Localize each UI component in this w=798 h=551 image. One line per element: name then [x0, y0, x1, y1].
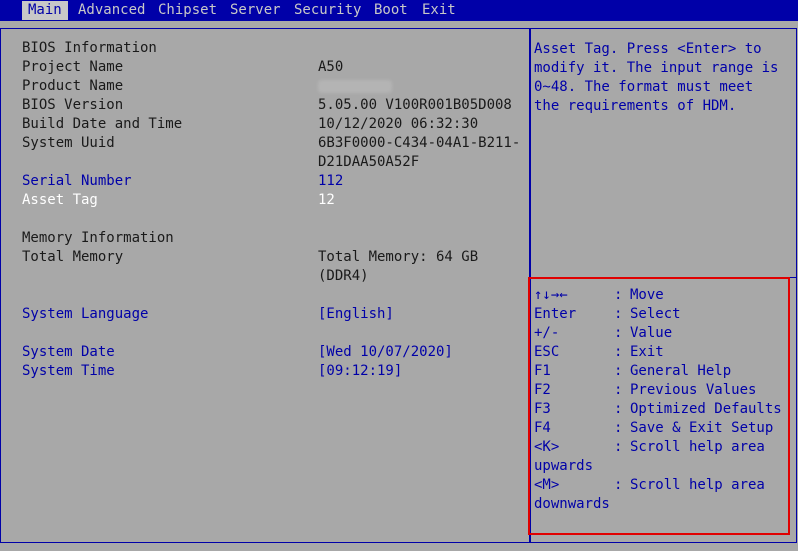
- system-language-label[interactable]: System Language: [22, 305, 148, 324]
- total-memory-label: Total Memory: [22, 249, 124, 265]
- asset-tag-value[interactable]: 12: [318, 191, 335, 210]
- tab-chipset[interactable]: Chipset: [152, 1, 223, 20]
- system-date-value[interactable]: [Wed 10/07/2020]: [318, 343, 453, 362]
- system-time-label[interactable]: System Time: [22, 362, 115, 381]
- bios-version-value: 5.05.00 V100R001B05D008: [318, 97, 512, 113]
- tab-security[interactable]: Security: [288, 1, 367, 20]
- menu-bar: Main Advanced Chipset Server Security Bo…: [0, 0, 798, 21]
- system-time-value[interactable]: [09:12:19]: [318, 362, 402, 381]
- build-date-value: 10/12/2020 06:32:30: [318, 116, 479, 132]
- system-uuid-label: System Uuid: [22, 135, 115, 151]
- total-memory-value-line2: (DDR4): [318, 268, 369, 284]
- product-name-label: Product Name: [22, 78, 124, 94]
- tab-advanced[interactable]: Advanced: [72, 1, 151, 20]
- help-text: Asset Tag. Press <Enter> to modify it. T…: [534, 41, 779, 114]
- asset-tag-label[interactable]: Asset Tag: [22, 191, 98, 210]
- key-legend-highlight: [528, 277, 790, 535]
- bios-version-label: BIOS Version: [22, 97, 124, 113]
- system-language-value[interactable]: [English]: [318, 305, 394, 324]
- system-uuid-value-line1: 6B3F0000-C434-04A1-B211-: [318, 135, 521, 151]
- system-date-label[interactable]: System Date: [22, 343, 115, 362]
- project-name-value: A50: [318, 59, 344, 75]
- build-date-label: Build Date and Time: [22, 116, 183, 132]
- serial-number-label[interactable]: Serial Number: [22, 172, 132, 191]
- system-uuid-value-line2: D21DAA50A52F: [318, 154, 420, 170]
- serial-number-value[interactable]: 112: [318, 172, 343, 191]
- tab-exit[interactable]: Exit: [416, 1, 462, 20]
- tab-boot[interactable]: Boot: [368, 1, 414, 20]
- tab-main[interactable]: Main: [22, 1, 68, 20]
- product-name-redacted: [318, 80, 392, 93]
- total-memory-value-line1: Total Memory: 64 GB: [318, 249, 479, 265]
- project-name-label: Project Name: [22, 59, 124, 75]
- memory-info-heading: Memory Information: [22, 230, 174, 246]
- tab-server[interactable]: Server: [224, 1, 287, 20]
- bios-info-heading: BIOS Information: [22, 40, 157, 56]
